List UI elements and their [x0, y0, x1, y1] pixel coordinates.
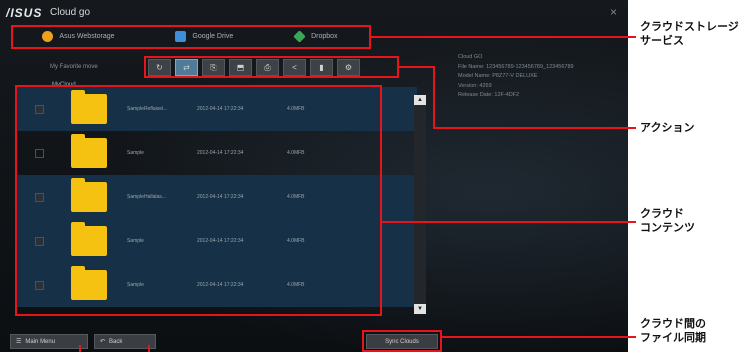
title-bar: /ISUS Cloud go × — [0, 0, 628, 24]
back-label: Back — [109, 338, 123, 345]
asus-logo: /ISUS — [6, 6, 43, 20]
services-connector — [371, 36, 636, 38]
close-icon[interactable]: × — [610, 5, 617, 19]
content-connector — [382, 221, 636, 223]
info-heading: Cloud GO — [458, 54, 483, 60]
info-model-name: Model Name: P8Z77-V DELUXE — [458, 73, 538, 79]
back-button[interactable]: ↶ Back — [94, 334, 156, 349]
actions-connector-c — [433, 127, 636, 129]
scroll-up-icon[interactable]: ▲ — [414, 95, 426, 105]
back-marker — [148, 345, 150, 352]
label-text: クラウド間の ファイル同期 — [640, 317, 706, 344]
label-cloud-file-sync: クラウド間の ファイル同期 — [640, 317, 706, 345]
label-text: クラウドストレージ サービス — [640, 20, 739, 47]
info-file-name: File Name: 123456789-123456789_123456789 — [458, 63, 574, 70]
file-info-panel: Cloud GO File Name: 123456789-123456789_… — [458, 53, 574, 101]
label-cloud-contents: クラウド コンテンツ — [640, 207, 695, 235]
sync-highlight — [362, 330, 442, 352]
info-release-date: Release Date: 12F-4DF2 — [458, 92, 520, 98]
services-highlight — [11, 25, 371, 49]
label-cloud-storage-services: クラウドストレージ サービス — [640, 20, 739, 48]
main-menu-marker — [79, 345, 81, 352]
main-menu-button[interactable]: ☰ Main Menu — [10, 334, 88, 349]
actions-connector-a — [399, 66, 434, 68]
menu-icon: ☰ — [16, 339, 22, 345]
actions-connector-b — [433, 66, 435, 128]
actions-highlight — [144, 56, 399, 78]
info-version: Version: 4269 — [458, 82, 492, 89]
content-highlight — [15, 85, 382, 316]
label-actions: アクション — [640, 121, 694, 135]
favorites-label: My Favorite move — [50, 64, 98, 70]
scroll-down-icon[interactable]: ▼ — [414, 304, 426, 314]
label-text: クラウド コンテンツ — [640, 207, 695, 234]
sync-connector — [442, 336, 636, 338]
app-title: Cloud go — [50, 7, 91, 18]
label-text: アクション — [640, 121, 695, 134]
back-arrow-icon: ↶ — [100, 339, 106, 345]
main-menu-label: Main Menu — [25, 338, 56, 345]
scrollbar[interactable]: ▲ ▼ — [414, 95, 426, 314]
